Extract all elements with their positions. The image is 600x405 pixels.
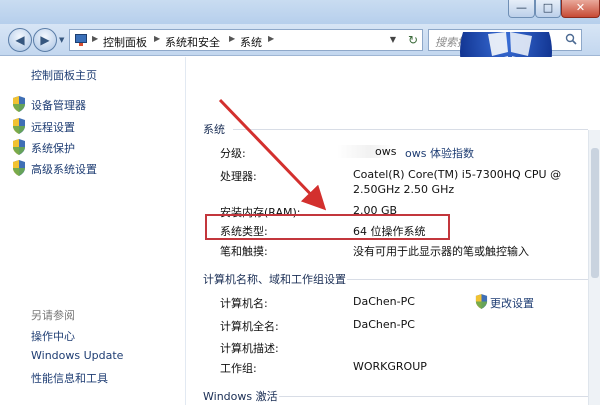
refresh-icon[interactable]: ↻	[404, 33, 422, 48]
activation-section-heading: Windows 激活	[203, 390, 278, 403]
minimize-button[interactable]: —	[508, 0, 535, 18]
computer-name-section-heading: 计算机名称、域和工作组设置	[203, 273, 346, 286]
rating-value: ows	[375, 145, 397, 158]
recent-pages-chevron-icon[interactable]: ▼	[59, 36, 64, 44]
breadcrumb-separator-icon[interactable]: ▶	[268, 34, 274, 43]
sidebar: 控制面板主页 设备管理器 远程设置 系统保护 高级系统设置 另请参阅 操作中心 …	[0, 57, 186, 405]
processor-value: Coatel(R) Core(TM) i5-7300HQ CPU @	[353, 168, 562, 181]
scrollbar-thumb[interactable]	[591, 148, 599, 278]
see-also-windows-update-link[interactable]: Windows Update	[31, 349, 123, 362]
pen-touch-label: 笔和触摸:	[220, 245, 268, 258]
rating-label: 分级:	[220, 147, 246, 160]
full-computer-name-label: 计算机全名:	[220, 320, 279, 333]
forward-button[interactable]: ▶	[33, 28, 57, 52]
workgroup-value: WORKGROUP	[353, 360, 427, 373]
breadcrumb-separator-icon[interactable]: ▶	[229, 34, 235, 43]
sidebar-item-label: 远程设置	[31, 121, 75, 134]
uac-shield-icon	[13, 160, 25, 176]
vertical-scrollbar[interactable]	[588, 130, 600, 405]
sidebar-item-label: 系统保护	[31, 142, 75, 155]
system-section-heading: 系统	[203, 123, 225, 136]
uac-shield-icon	[13, 96, 25, 112]
workgroup-label: 工作组:	[220, 362, 257, 375]
close-button[interactable]: ✕	[561, 0, 600, 18]
see-also-action-center-link[interactable]: 操作中心	[31, 328, 75, 344]
computer-name-label: 计算机名:	[220, 297, 268, 310]
computer-description-label: 计算机描述:	[220, 342, 279, 355]
see-also-performance-link[interactable]: 性能信息和工具	[31, 370, 108, 386]
experience-index-link[interactable]: ows 体验指数	[405, 145, 474, 161]
section-divider	[279, 396, 588, 397]
uac-shield-icon	[13, 139, 25, 155]
processor-label: 处理器:	[220, 170, 257, 183]
breadcrumb-separator-icon[interactable]: ▶	[154, 34, 160, 43]
pen-touch-value: 没有可用于此显示器的笔或触控输入	[353, 245, 529, 258]
control-panel-home-link[interactable]: 控制面板主页	[31, 67, 97, 83]
search-icon[interactable]	[565, 33, 577, 45]
address-dropdown-icon[interactable]: ▼	[390, 35, 396, 44]
breadcrumb-separator-icon[interactable]: ▶	[92, 34, 98, 43]
control-panel-icon	[74, 33, 88, 47]
section-divider	[347, 279, 588, 280]
full-computer-name-value: DaChen-PC	[353, 318, 415, 331]
sidebar-item-label: 高级系统设置	[31, 163, 97, 176]
section-divider	[233, 129, 588, 130]
breadcrumb-system[interactable]: 系统	[240, 34, 262, 50]
title-bar: — □ ✕	[0, 0, 600, 24]
uac-shield-icon	[475, 294, 488, 309]
change-settings-label: 更改设置	[490, 297, 534, 310]
computer-name-value: DaChen-PC	[353, 295, 415, 308]
breadcrumb-system-security[interactable]: 系统和安全	[165, 34, 220, 50]
processor-speed: 2.50GHz 2.50 GHz	[353, 183, 455, 196]
breadcrumb-control-panel[interactable]: 控制面板	[103, 34, 147, 50]
maximize-button[interactable]: □	[535, 0, 561, 18]
see-also-heading: 另请参阅	[31, 309, 75, 322]
sidebar-item-label: 设备管理器	[31, 99, 86, 112]
back-button[interactable]: ◀	[8, 28, 32, 52]
highlight-box	[205, 214, 450, 240]
uac-shield-icon	[13, 118, 25, 134]
address-bar[interactable]: ▶ 控制面板 ▶ 系统和安全 ▶ 系统 ▶ ▼ ↻	[69, 29, 423, 51]
